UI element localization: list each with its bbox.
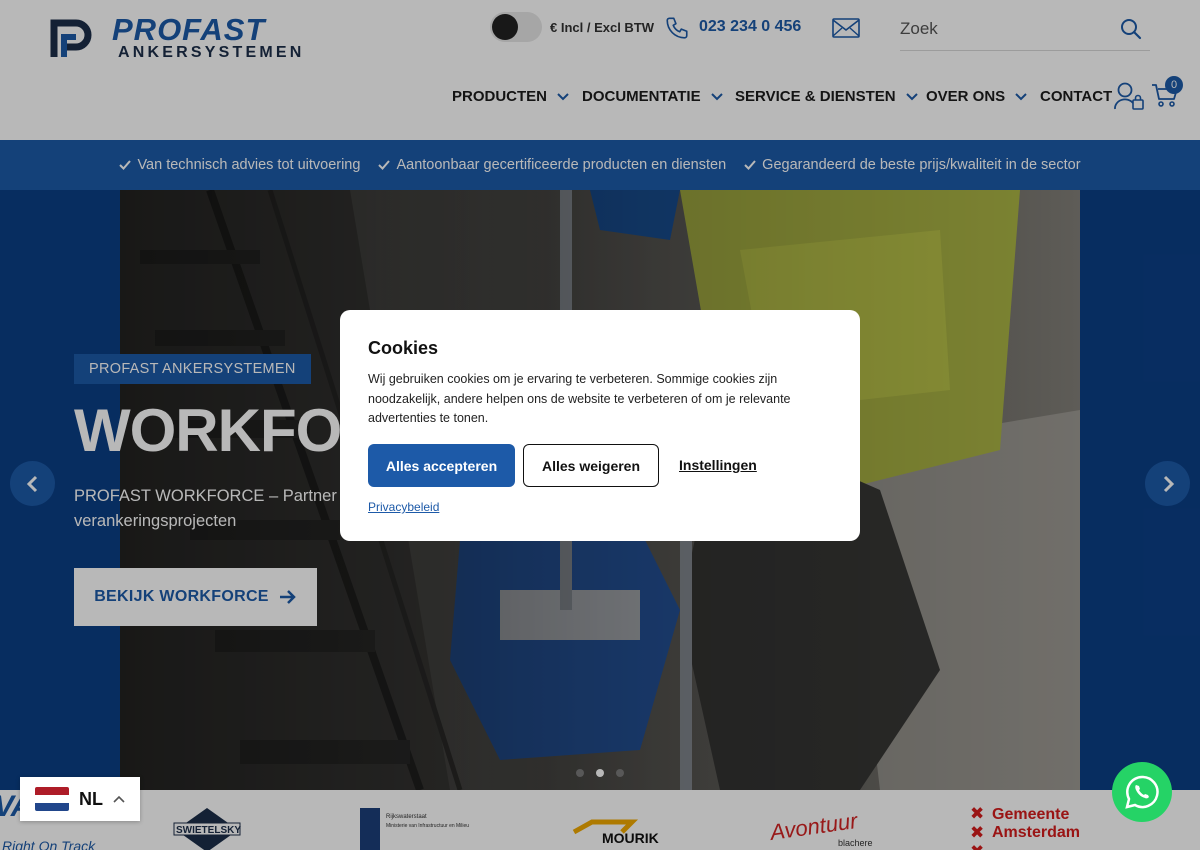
cookie-consent-dialog: Cookies Wij gebruiken cookies om je erva… bbox=[340, 310, 860, 541]
accept-all-button[interactable]: Alles accepteren bbox=[368, 444, 515, 487]
privacy-policy-link[interactable]: Privacybeleid bbox=[368, 500, 439, 514]
cookie-settings-link[interactable]: Instellingen bbox=[679, 457, 757, 473]
whatsapp-chat-button[interactable] bbox=[1112, 762, 1172, 822]
flag-stripe-white bbox=[35, 795, 69, 803]
chevron-up-icon bbox=[113, 795, 125, 803]
cookie-title: Cookies bbox=[368, 338, 439, 358]
language-switcher[interactable]: NL bbox=[20, 777, 140, 821]
language-code: NL bbox=[79, 788, 103, 809]
refuse-all-button[interactable]: Alles weigeren bbox=[523, 444, 659, 487]
flag-stripe-red bbox=[35, 787, 69, 795]
cookie-text: Wij gebruiken cookies om je ervaring te … bbox=[368, 372, 791, 425]
flag-stripe-blue bbox=[35, 803, 69, 811]
whatsapp-icon bbox=[1125, 775, 1159, 809]
dutch-flag-icon bbox=[35, 787, 69, 811]
